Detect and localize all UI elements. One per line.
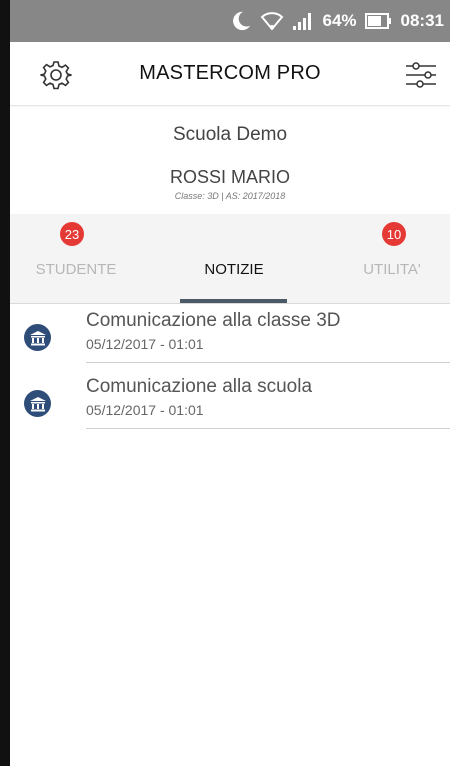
news-list: Comunicazione alla classe 3D 05/12/2017 … (10, 304, 450, 429)
school-info: Scuola Demo ROSSI MARIO Classe: 3D | AS:… (10, 106, 450, 214)
tab-studente[interactable]: STUDENTE (6, 261, 146, 278)
news-content: Comunicazione alla classe 3D 05/12/2017 … (86, 304, 450, 363)
tab-bar: 23 10 STUDENTE NOTIZIE UTILITA' (10, 214, 450, 304)
moon-icon (230, 10, 252, 32)
list-item[interactable]: Comunicazione alla scuola 05/12/2017 - 0… (10, 370, 450, 429)
school-name: Scuola Demo (172, 124, 288, 145)
signal-icon (292, 12, 314, 30)
tab-notizie[interactable]: NOTIZIE (164, 261, 304, 278)
news-title: Comunicazione alla scuola (86, 376, 313, 397)
battery-percent: 64% (322, 11, 357, 30)
wifi-icon (260, 11, 284, 31)
utilita-badge: 10 (382, 222, 406, 246)
filter-sliders-icon (406, 62, 436, 88)
news-content: Comunicazione alla scuola 05/12/2017 - 0… (86, 370, 450, 429)
app-header: MASTERCOM PRO (10, 42, 450, 106)
device-frame (0, 0, 10, 766)
app-title: MASTERCOM PRO (139, 62, 321, 84)
institution-icon (24, 324, 51, 351)
battery-icon (364, 12, 393, 30)
settings-button[interactable] (40, 59, 72, 91)
active-tab-indicator (180, 299, 287, 303)
news-title: Comunicazione alla classe 3D (86, 310, 341, 331)
tab-utilita[interactable]: UTILITA' (322, 261, 450, 278)
student-name: ROSSI MARIO (169, 167, 290, 187)
news-date: 05/12/2017 - 01:01 (86, 402, 204, 418)
class-info: Classe: 3D | AS: 2017/2018 (174, 191, 286, 201)
news-date: 05/12/2017 - 01:01 (86, 336, 204, 352)
status-time: 08:31 (400, 11, 444, 30)
status-bar: 64% 08:31 (10, 0, 450, 42)
app-screen: 64% 08:31 MASTERCOM PRO Scuola Demo ROSS… (10, 0, 450, 766)
filter-button[interactable] (404, 59, 438, 91)
studente-badge: 23 (60, 222, 84, 246)
gear-icon (40, 61, 72, 90)
institution-icon (24, 390, 51, 417)
list-item[interactable]: Comunicazione alla classe 3D 05/12/2017 … (10, 304, 450, 363)
